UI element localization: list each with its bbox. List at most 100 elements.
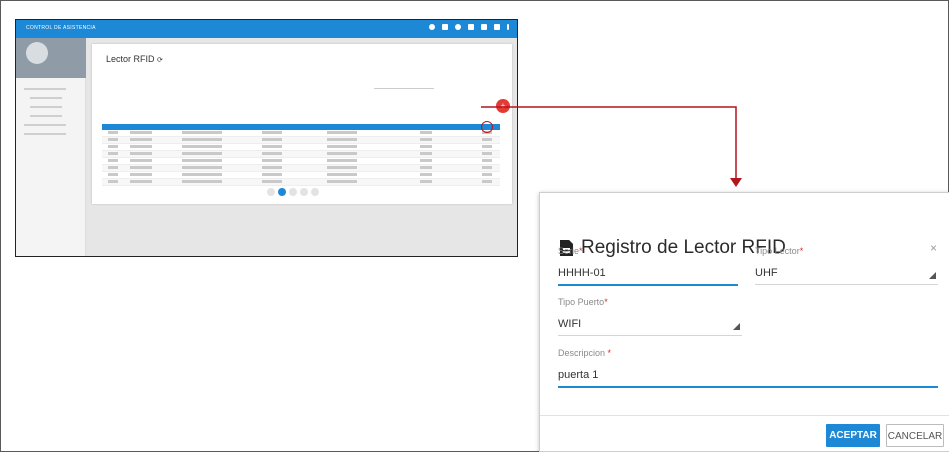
- page-button[interactable]: [289, 188, 297, 196]
- table-cell: [327, 138, 357, 141]
- table-cell: [130, 173, 152, 176]
- serie-underline: [558, 284, 738, 286]
- table-cell: [420, 145, 432, 148]
- table-cell: [130, 152, 152, 155]
- filter-select[interactable]: [374, 88, 434, 89]
- serie-input[interactable]: HHHH-01: [558, 267, 738, 282]
- sidebar-item[interactable]: [16, 102, 86, 111]
- accept-button[interactable]: ACEPTAR: [826, 424, 880, 447]
- sidebar-menu: [16, 84, 86, 138]
- grid-icon[interactable]: [494, 24, 500, 30]
- tipo-puerto-underline: [558, 335, 742, 336]
- table-cell: [262, 159, 282, 162]
- sidebar-item[interactable]: [16, 120, 86, 129]
- table-cell: [182, 173, 222, 176]
- sidebar-item[interactable]: [16, 111, 86, 120]
- avatar[interactable]: [26, 42, 48, 64]
- profile-panel: [16, 38, 86, 78]
- table-row: [102, 165, 500, 172]
- tipo-puerto-label: Tipo Puerto*: [558, 297, 608, 307]
- table-cell: [262, 173, 282, 176]
- table-cell: [262, 145, 282, 148]
- table-cell: [420, 159, 432, 162]
- refresh-icon[interactable]: ⟳: [157, 57, 163, 64]
- message-icon[interactable]: [481, 24, 487, 30]
- tipo-puerto-select[interactable]: WIFI: [558, 318, 742, 333]
- table-cell: [130, 131, 152, 134]
- table-cell: [327, 180, 357, 183]
- table-row: [102, 179, 500, 186]
- descripcion-underline: [558, 386, 938, 388]
- table-cell: [182, 159, 222, 162]
- menu-icon[interactable]: [507, 24, 509, 30]
- table-cell: [130, 166, 152, 169]
- table-row: [102, 130, 500, 137]
- register-dialog: Registro de Lector RFID × Serie* HHHH-01…: [539, 192, 949, 452]
- sidebar-item[interactable]: [16, 93, 86, 102]
- row-actions[interactable]: [482, 152, 492, 155]
- table-cell: [327, 159, 357, 162]
- settings-icon[interactable]: [455, 24, 461, 30]
- table-cell: [262, 138, 282, 141]
- descripcion-field[interactable]: Descripcion * puerta 1: [558, 348, 938, 388]
- table-cell: [262, 152, 282, 155]
- tipo-lector-underline: [755, 284, 938, 285]
- cancel-button[interactable]: CANCELAR: [886, 424, 944, 447]
- tipo-lector-field[interactable]: Tipo Lector* UHF: [755, 246, 938, 285]
- table-cell: [327, 166, 357, 169]
- highlight-circle: [481, 121, 493, 133]
- row-actions[interactable]: [482, 166, 492, 169]
- table-row: [102, 144, 500, 151]
- sidebar-item[interactable]: [16, 84, 86, 93]
- row-actions[interactable]: [482, 180, 492, 183]
- table-cell: [108, 131, 118, 134]
- table-cell: [262, 166, 282, 169]
- table-cell: [420, 166, 432, 169]
- page-button[interactable]: [311, 188, 319, 196]
- sidebar-item[interactable]: [16, 129, 86, 138]
- table-cell: [182, 145, 222, 148]
- sidebar: [16, 38, 86, 256]
- table-cell: [327, 131, 357, 134]
- descripcion-input[interactable]: puerta 1: [558, 369, 938, 384]
- page-title: Lector RFID ⟳: [106, 54, 163, 64]
- table-cell: [130, 138, 152, 141]
- table-cell: [108, 180, 118, 183]
- rfid-card: Lector RFID ⟳ +: [92, 44, 512, 204]
- table-cell: [182, 152, 222, 155]
- table-cell: [420, 152, 432, 155]
- table-cell: [182, 131, 222, 134]
- table-cell: [108, 159, 118, 162]
- table-cell: [327, 173, 357, 176]
- tipo-puerto-field[interactable]: Tipo Puerto* WIFI: [558, 297, 742, 336]
- table-cell: [182, 180, 222, 183]
- row-actions[interactable]: [482, 138, 492, 141]
- table-cell: [420, 180, 432, 183]
- row-actions[interactable]: [482, 145, 492, 148]
- page-button[interactable]: [300, 188, 308, 196]
- table-cell: [327, 145, 357, 148]
- table-cell: [108, 145, 118, 148]
- table-cell: [420, 173, 432, 176]
- tipo-lector-label: Tipo Lector*: [755, 246, 804, 256]
- table-cell: [108, 152, 118, 155]
- page-button[interactable]: [278, 188, 286, 196]
- table-row: [102, 158, 500, 165]
- app-screenshot: CONTROL DE ASISTENCIA Lector RFID ⟳ +: [15, 19, 518, 257]
- table-cell: [108, 173, 118, 176]
- caret-icon: [733, 323, 740, 330]
- notification-icon[interactable]: [429, 24, 435, 30]
- add-button[interactable]: +: [496, 99, 510, 113]
- user-icon[interactable]: [468, 24, 474, 30]
- tipo-lector-select[interactable]: UHF: [755, 267, 938, 282]
- row-actions[interactable]: [482, 173, 492, 176]
- pagination: [267, 188, 319, 196]
- table-cell: [108, 138, 118, 141]
- serie-field[interactable]: Serie* HHHH-01: [558, 246, 738, 286]
- table-row: [102, 151, 500, 158]
- table-cell: [262, 131, 282, 134]
- calendar-icon[interactable]: [442, 24, 448, 30]
- table-cell: [182, 166, 222, 169]
- page-button[interactable]: [267, 188, 275, 196]
- row-actions[interactable]: [482, 159, 492, 162]
